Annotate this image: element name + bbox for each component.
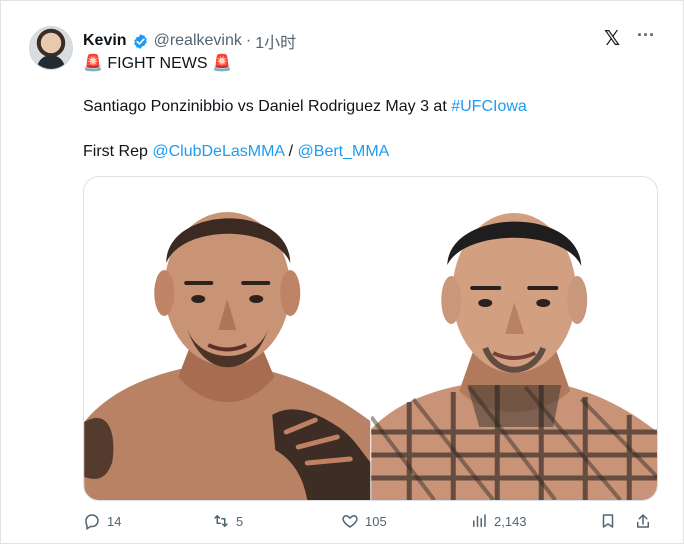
headline-text: FIGHT NEWS [107,55,208,72]
hashtag-link[interactable]: #UFCIowa [451,98,527,115]
repost-icon [214,515,228,527]
media-image-ponzinibbio[interactable] [84,177,371,500]
author-handle[interactable]: @realkevink [154,32,242,50]
repost-count: 5 [236,513,244,529]
fighter-portrait-left [84,177,371,500]
avatar[interactable] [29,26,73,70]
mention-link-1[interactable]: @ClubDeLasMMA [152,143,284,160]
verified-badge-icon [133,33,147,49]
like-action[interactable]: 105 [341,512,387,530]
bookmark-icon [602,514,614,528]
heart-icon [342,515,358,528]
author-name[interactable]: Kevin [83,32,127,50]
media-grid [83,176,658,501]
view-count: 2,143 [494,513,527,529]
more-dots-icon[interactable]: ··· [637,25,655,46]
siren-emoji: 🚨 [83,55,103,72]
views-icon [473,514,486,527]
tweet-header: Kevin @realkevink · 1小时 [83,29,296,53]
tweet-actions: 14 5 105 2,143 [83,512,658,536]
siren-emoji: 🚨 [211,55,232,72]
header-separator: · [245,32,252,49]
reply-count: 14 [107,513,122,529]
reply-icon [85,514,99,530]
media-image-rodriguez[interactable] [370,177,657,500]
share-icon [637,514,649,528]
fighter-portrait-right [370,177,657,500]
matchup-text: Santiago Ponzinibbio vs Daniel Rodriguez… [83,98,452,115]
avatar-shirt [37,55,65,69]
post-time[interactable]: 1小时 [255,29,296,53]
tweet-card: Kevin @realkevink · 1小时 𝕏 ··· 🚨 FIGHT NE… [0,0,684,544]
views-action[interactable]: 2,143 [470,512,527,530]
like-count: 105 [365,513,387,529]
mention-separator: / [284,143,298,160]
repost-action[interactable]: 5 [212,512,243,530]
reply-action[interactable]: 14 [83,512,121,530]
x-logo-icon[interactable]: 𝕏 [604,26,620,51]
matchup-line: Santiago Ponzinibbio vs Daniel Rodriguez… [83,98,527,116]
mention-link-2[interactable]: @Bert_MMA [298,143,390,160]
rep-line: First Rep @ClubDeLasMMA / @Bert_MMA [83,143,389,161]
rep-prefix: First Rep [83,143,153,160]
bookmark-action[interactable] [599,512,617,530]
headline-line: 🚨 FIGHT NEWS 🚨 [83,53,232,73]
share-action[interactable] [634,512,652,530]
